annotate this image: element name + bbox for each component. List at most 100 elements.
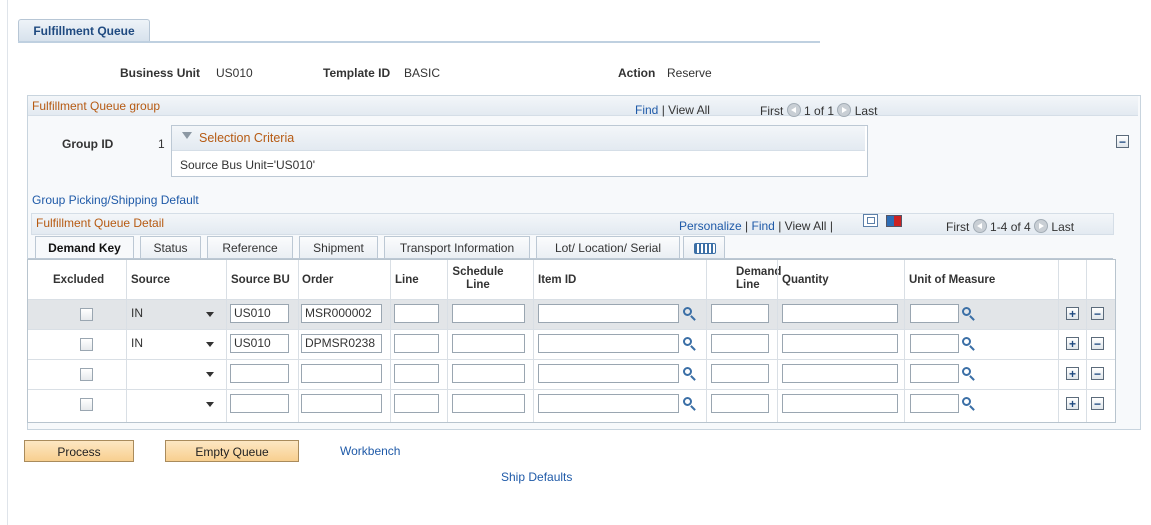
source-select[interactable]: IN <box>131 334 217 353</box>
magnifier-icon[interactable] <box>683 337 692 346</box>
order-field[interactable]: MSR000002 <box>301 304 382 323</box>
excluded-checkbox[interactable] <box>80 308 93 321</box>
circle-right-arrow-icon[interactable] <box>837 103 852 117</box>
demand-line-field[interactable] <box>711 334 769 353</box>
line-field[interactable] <box>394 304 439 323</box>
item-id-field[interactable] <box>538 304 679 323</box>
plus-icon[interactable]: + <box>1066 367 1079 380</box>
col-divider <box>706 260 707 422</box>
item-id-field[interactable] <box>538 334 679 353</box>
magnifier-icon[interactable] <box>962 367 971 376</box>
process-button[interactable]: Process <box>24 440 134 462</box>
minus-icon[interactable]: − <box>1091 397 1104 410</box>
uom-field[interactable] <box>910 364 959 383</box>
circle-left-arrow-icon[interactable] <box>972 219 987 233</box>
source-bu-field[interactable]: US010 <box>230 334 289 353</box>
group-find-link[interactable]: Find <box>635 103 658 117</box>
chevron-down-icon <box>206 402 214 407</box>
demand-line-field[interactable] <box>711 394 769 413</box>
quantity-field[interactable] <box>782 394 898 413</box>
plus-icon[interactable]: + <box>1066 397 1079 410</box>
group-view-all[interactable]: View All <box>668 103 710 117</box>
magnifier-icon[interactable] <box>962 337 971 346</box>
excluded-checkbox[interactable] <box>80 368 93 381</box>
col-divider <box>226 260 227 422</box>
source-bu-field[interactable] <box>230 394 289 413</box>
schedule-line-field[interactable] <box>452 304 525 323</box>
detail-range: 1-4 of 4 <box>990 220 1031 234</box>
tab-demand-key[interactable]: Demand Key <box>35 236 134 260</box>
tab-lot-location-serial[interactable]: Lot/ Location/ Serial <box>536 236 680 259</box>
schedule-line-field[interactable] <box>452 394 525 413</box>
line-field[interactable] <box>394 334 439 353</box>
source-value: IN <box>131 336 143 350</box>
schedule-line-field[interactable] <box>452 334 525 353</box>
chevron-down-icon <box>206 342 214 347</box>
order-field[interactable] <box>301 394 382 413</box>
show-all-columns-icon[interactable] <box>683 236 725 259</box>
magnifier-icon[interactable] <box>962 397 971 406</box>
quantity-field[interactable] <box>782 304 898 323</box>
collapse-triangle-icon[interactable] <box>182 132 192 139</box>
col-demand-line: Demand Line <box>736 266 781 292</box>
workbench-link[interactable]: Workbench <box>340 444 400 458</box>
personalize-link[interactable]: Personalize <box>679 219 742 233</box>
tab-reference[interactable]: Reference <box>207 236 293 259</box>
plus-icon[interactable]: + <box>1066 307 1079 320</box>
minus-icon[interactable]: − <box>1091 337 1104 350</box>
minus-icon[interactable]: − <box>1091 307 1104 320</box>
tab-fulfillment-queue[interactable]: Fulfillment Queue <box>18 19 150 42</box>
group-first: First <box>760 104 784 118</box>
selection-criteria-title: Selection Criteria <box>199 131 295 145</box>
minus-icon[interactable]: − <box>1091 367 1104 380</box>
col-divider <box>447 260 448 422</box>
magnifier-icon[interactable] <box>962 307 971 316</box>
item-id-field[interactable] <box>538 394 679 413</box>
empty-queue-button[interactable]: Empty Queue <box>165 440 299 462</box>
magnifier-icon[interactable] <box>683 397 692 406</box>
col-divider <box>777 260 778 422</box>
source-select[interactable]: IN <box>131 304 217 323</box>
detail-view-all[interactable]: View All <box>785 219 827 233</box>
magnifier-icon[interactable] <box>683 367 692 376</box>
circle-right-arrow-icon[interactable] <box>1034 219 1049 233</box>
line-field[interactable] <box>394 394 439 413</box>
quantity-field[interactable] <box>782 364 898 383</box>
plus-icon[interactable]: + <box>1066 337 1079 350</box>
line-field[interactable] <box>394 364 439 383</box>
col-quantity: Quantity <box>782 274 829 286</box>
uom-field[interactable] <box>910 394 959 413</box>
download-spreadsheet-icon[interactable] <box>886 215 902 227</box>
source-bu-field[interactable] <box>230 364 289 383</box>
source-select[interactable] <box>131 394 217 413</box>
order-field[interactable] <box>301 364 382 383</box>
uom-field[interactable] <box>910 334 959 353</box>
source-value: IN <box>131 306 143 320</box>
zoom-grid-icon[interactable] <box>863 214 878 227</box>
demand-line-field[interactable] <box>711 364 769 383</box>
col-divider <box>1058 260 1059 422</box>
excluded-checkbox[interactable] <box>80 338 93 351</box>
demand-line-field[interactable] <box>711 304 769 323</box>
tab-shipment[interactable]: Shipment <box>299 236 378 259</box>
magnifier-icon[interactable] <box>683 307 692 316</box>
order-field[interactable]: DPMSR0238 <box>301 334 382 353</box>
tab-transport-information[interactable]: Transport Information <box>384 236 530 259</box>
circle-left-arrow-icon[interactable] <box>786 103 801 117</box>
col-unit-of-measure: Unit of Measure <box>909 274 996 286</box>
detail-toolbar: Personalize | Find | View All | <box>679 219 833 233</box>
excluded-checkbox[interactable] <box>80 398 93 411</box>
detail-find-link[interactable]: Find <box>752 219 775 233</box>
group-id-value: 1 <box>158 137 165 151</box>
source-select[interactable] <box>131 364 217 383</box>
quantity-field[interactable] <box>782 334 898 353</box>
tab-status[interactable]: Status <box>140 236 201 259</box>
source-bu-field[interactable]: US010 <box>230 304 289 323</box>
group-picking-shipping-default-link[interactable]: Group Picking/Shipping Default <box>32 193 199 207</box>
minus-box-icon[interactable]: − <box>1116 135 1129 148</box>
item-id-field[interactable] <box>538 364 679 383</box>
col-divider <box>904 260 905 422</box>
uom-field[interactable] <box>910 304 959 323</box>
schedule-line-field[interactable] <box>452 364 525 383</box>
ship-defaults-link[interactable]: Ship Defaults <box>501 470 572 484</box>
